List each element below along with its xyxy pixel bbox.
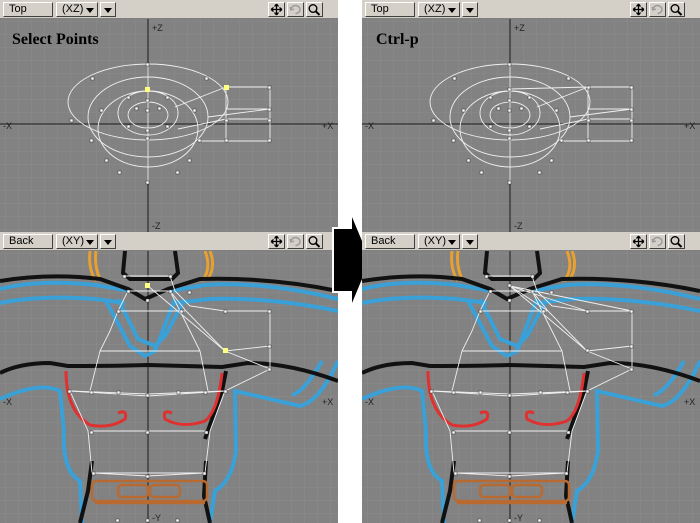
axis-label-bottom: -Y [514,513,523,523]
axis-label: (XZ) [424,3,446,15]
rotate-view-button[interactable] [649,2,666,17]
chevron-down-icon [104,8,112,13]
axis-label-left: -X [365,121,374,131]
move-view-button[interactable] [630,234,647,249]
viewport-toolbar: Top (XZ) [0,0,338,19]
viewport-menu-button[interactable] [100,2,116,17]
axis-label-bottom: -Z [152,221,161,231]
zoom-view-button[interactable] [668,234,685,249]
top-view-wireframe: +Z -Z -X +X [0,19,338,232]
view-type-label: Top [9,3,27,15]
viewport-toolbar: Back (XY) [362,232,700,251]
zoom-icon [308,236,321,248]
top-viewport-left: Top (XZ) +Z -Z -X +X Select Points [0,0,338,232]
axis-label-left: -X [3,397,12,407]
back-view-wireframe: -X +X -Y [362,250,700,523]
zoom-icon [670,4,683,16]
selected-point[interactable] [223,348,228,353]
viewport-canvas[interactable]: +Z -Z -X +X Ctrl-p [362,19,700,232]
chevron-down-icon [448,240,456,245]
axis-label-bottom: -Z [514,221,523,231]
rotate-icon [651,236,663,247]
viewport-toolbar: Back (XY) [0,232,338,251]
view-type-dropdown[interactable]: Top [365,2,415,17]
axis-label-right: +X [684,397,695,407]
viewport-canvas[interactable]: +Z -Z -X +X Select Points [0,19,338,232]
rotate-icon [651,4,663,15]
viewport-canvas[interactable]: -X +X -Y [362,250,700,523]
viewport-canvas[interactable]: -X +X -Y [0,250,338,523]
axis-label-right: +X [684,121,695,131]
move-icon [270,3,283,16]
axis-label-bottom: -Y [152,513,161,523]
chevron-down-icon [466,8,474,13]
selected-point[interactable] [145,283,150,288]
top-viewport-right: Top (XZ) +Z -Z -X +X Ctrl-p [362,0,700,232]
axis-label-top: +Z [152,23,163,33]
axis-label: (XY) [62,235,84,247]
chevron-down-icon [86,8,94,13]
view-type-dropdown[interactable]: Top [3,2,53,17]
zoom-view-button[interactable] [306,2,323,17]
rotate-view-button[interactable] [649,234,666,249]
view-type-label: Back [371,235,396,247]
axis-label: (XY) [424,235,446,247]
axis-label-right: +X [322,121,333,131]
selected-point[interactable] [224,85,229,90]
left-panel: Top (XZ) +Z -Z -X +X Select Points Back … [0,0,338,523]
viewport-menu-button[interactable] [462,234,478,249]
viewport-toolbar: Top (XZ) [362,0,700,19]
move-icon [270,235,283,248]
chevron-down-icon [466,240,474,245]
axis-dropdown[interactable]: (XY) [418,234,460,249]
top-view-wireframe: +Z -Z -X +X [362,19,700,232]
step-caption: Select Points [12,31,99,48]
axis-label-right: +X [322,397,333,407]
zoom-icon [670,236,683,248]
axis-label-left: -X [3,121,12,131]
back-viewport-left: Back (XY) -X +X -Y [0,232,338,523]
viewport-menu-button[interactable] [100,234,116,249]
rotate-view-button[interactable] [287,2,304,17]
rotate-icon [289,236,301,247]
move-icon [632,235,645,248]
step-caption: Ctrl-p [376,31,419,48]
right-panel: Top (XZ) +Z -Z -X +X Ctrl-p Back (XY) -X… [362,0,700,523]
view-type-dropdown[interactable]: Back [3,234,53,249]
axis-dropdown[interactable]: (XY) [56,234,98,249]
axis-label: (XZ) [62,3,84,15]
zoom-view-button[interactable] [668,2,685,17]
axis-dropdown[interactable]: (XZ) [418,2,460,17]
move-view-button[interactable] [268,234,285,249]
move-view-button[interactable] [630,2,647,17]
axis-label-top: +Z [514,23,525,33]
viewport-menu-button[interactable] [462,2,478,17]
chevron-down-icon [104,240,112,245]
back-view-wireframe: -X +X -Y [0,250,338,523]
move-icon [632,3,645,16]
chevron-down-icon [448,8,456,13]
move-view-button[interactable] [268,2,285,17]
zoom-view-button[interactable] [306,234,323,249]
rotate-icon [289,4,301,15]
axis-dropdown[interactable]: (XZ) [56,2,98,17]
selected-point[interactable] [145,87,150,92]
view-type-label: Top [371,3,389,15]
back-viewport-right: Back (XY) -X +X -Y [362,232,700,523]
rotate-view-button[interactable] [287,234,304,249]
axis-label-left: -X [365,397,374,407]
zoom-icon [308,4,321,16]
chevron-down-icon [86,240,94,245]
view-type-dropdown[interactable]: Back [365,234,415,249]
view-type-label: Back [9,235,34,247]
